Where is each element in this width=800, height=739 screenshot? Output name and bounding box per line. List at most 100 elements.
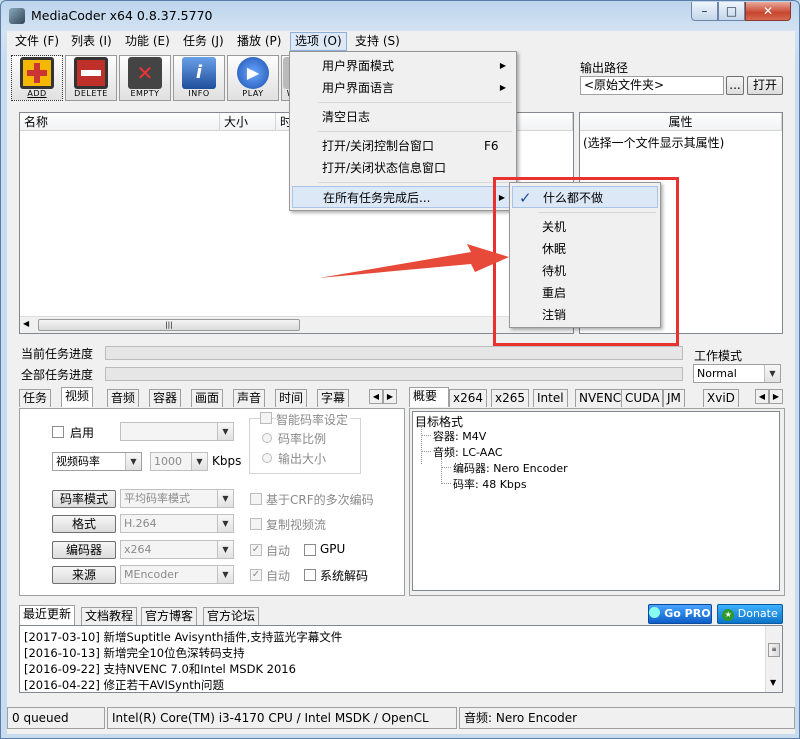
maximize-button[interactable]: □ <box>718 2 745 21</box>
window-title: MediaCoder x64 0.8.37.5770 <box>31 8 213 23</box>
minimize-button[interactable]: – <box>691 2 718 21</box>
tab-scroll-left-icon[interactable]: ◀ <box>369 389 383 404</box>
menu-options[interactable]: 选项 (O) <box>290 32 347 51</box>
news-item[interactable]: [2016-10-13] 新增完全10位色深转码支持 <box>24 645 245 661</box>
menu-play[interactable]: 播放 (P) <box>233 33 285 50</box>
menu-item-ui-mode[interactable]: 用户界面模式 ▶ <box>292 55 514 77</box>
scroll-down-icon[interactable]: ▼ <box>770 678 776 687</box>
menu-item-toggle-status[interactable]: 打开/关闭状态信息窗口 <box>292 157 514 179</box>
rate-mode-button[interactable]: 码率模式 <box>52 490 116 508</box>
go-pro-button[interactable]: Go PRO <box>648 604 712 624</box>
source-select[interactable]: MEncoder ▼ <box>120 565 234 584</box>
tab-time[interactable]: 时间 <box>275 389 308 407</box>
news-list[interactable]: [2017-03-10] 新增Suptitle Avisynth插件,支持蓝光字… <box>19 625 783 693</box>
scroll-left-icon[interactable]: ◀ <box>23 319 29 328</box>
donate-button[interactable]: ★ Donate <box>717 604 783 624</box>
gpu-checkbox[interactable] <box>304 544 316 556</box>
rate-ratio-radio[interactable] <box>262 433 272 443</box>
title-bar: MediaCoder x64 0.8.37.5770 – □ ✕ <box>1 1 799 31</box>
browse-button[interactable]: ... <box>726 76 744 95</box>
format-button[interactable]: 格式 <box>52 515 116 533</box>
menu-file[interactable]: 文件 (F) <box>11 33 63 50</box>
menu-item-toggle-console[interactable]: 打开/关闭控制台窗口 F6 <box>292 135 514 157</box>
tab-jm[interactable]: JM <box>663 389 685 407</box>
play-button[interactable]: ▶ PLAY <box>227 55 279 101</box>
work-mode-value: Normal <box>697 367 737 380</box>
vertical-scrollbar[interactable]: ≡ ▼ <box>765 626 782 692</box>
tab-scroll-right-icon[interactable]: ▶ <box>383 389 397 404</box>
work-mode-select[interactable]: Normal ▼ <box>693 364 781 383</box>
scroll-thumb[interactable]: ||| <box>38 319 300 331</box>
tab-forum[interactable]: 官方论坛 <box>203 607 260 625</box>
summary-tree[interactable]: 目标格式 容器: M4V 音频: LC-AAC 编码器: Nero Encode… <box>412 411 780 591</box>
tab-blog[interactable]: 官方博客 <box>141 607 198 625</box>
menu-item-clear-log[interactable]: 清空日志 <box>292 106 514 128</box>
status-audio: 音频: Nero Encoder <box>459 707 795 729</box>
encoder-select[interactable]: x264 ▼ <box>120 540 234 559</box>
tab-container[interactable]: 容器 <box>149 389 182 407</box>
column-size[interactable]: 大小 <box>220 113 276 131</box>
tab-nvenc[interactable]: NVENC <box>575 389 626 407</box>
menu-task[interactable]: 任务 (J) <box>179 33 228 50</box>
tab-sound[interactable]: 声音 <box>233 389 266 407</box>
tab-audio[interactable]: 音频 <box>107 389 140 407</box>
copy-stream-checkbox[interactable] <box>250 518 262 530</box>
tab-x264[interactable]: x264 <box>449 389 488 407</box>
tree-line <box>421 435 431 436</box>
bitrate-input[interactable]: 1000 ▼ <box>150 452 208 471</box>
tab-intel[interactable]: Intel <box>533 389 568 407</box>
rate-mode-select[interactable]: 平均码率模式 ▼ <box>120 489 234 508</box>
empty-button[interactable]: ✕ EMPTY <box>119 55 171 101</box>
output-path-input[interactable]: <原始文件夹> <box>580 76 724 95</box>
menu-support[interactable]: 支持 (S) <box>351 33 404 50</box>
format-select[interactable]: H.264 ▼ <box>120 514 234 533</box>
smart-rate-checkbox[interactable] <box>260 412 272 424</box>
menu-function[interactable]: 功能 (E) <box>121 33 174 50</box>
menu-list[interactable]: 列表 (I) <box>67 33 116 50</box>
auto-encoder-checkbox[interactable]: ✓ <box>250 544 262 556</box>
rate-type-select[interactable]: 视频码率 ▼ <box>52 452 142 471</box>
system-decode-checkbox[interactable] <box>304 569 316 581</box>
encoder-button[interactable]: 编码器 <box>52 541 116 559</box>
right-tab-strip: 概要 x264 x265 Intel NVENC CUDA JM XviD ◀ … <box>409 387 785 409</box>
tab-video[interactable]: 视频 <box>61 387 94 407</box>
tab-recent-updates[interactable]: 最近更新 <box>19 605 76 625</box>
right-tab-scroll-right-icon[interactable]: ▶ <box>769 389 783 404</box>
news-item[interactable]: [2016-04-22] 修正若干AVISynth问题 <box>24 677 224 693</box>
info-icon: i <box>182 57 216 89</box>
tab-task[interactable]: 任务 <box>19 389 52 407</box>
output-size-radio[interactable] <box>262 453 272 463</box>
tree-node-bitrate: 码率: 48 Kbps <box>453 478 527 491</box>
source-button[interactable]: 来源 <box>52 566 116 584</box>
menu-item-after-all-tasks[interactable]: 在所有任务完成后... ▶ <box>292 186 514 208</box>
column-name[interactable]: 名称 <box>20 113 220 131</box>
auto-source-checkbox[interactable]: ✓ <box>250 569 262 581</box>
scroll-thumb[interactable]: ≡ <box>768 643 780 657</box>
tab-subtitle[interactable]: 字幕 <box>317 389 350 407</box>
annotation-arrow-icon <box>319 244 509 278</box>
tab-docs[interactable]: 文档教程 <box>81 607 138 625</box>
crf-multipass-checkbox[interactable] <box>250 493 262 505</box>
add-button[interactable]: ADD <box>11 55 63 101</box>
menu-item-ui-language[interactable]: 用户界面语言 ▶ <box>292 77 514 99</box>
gpu-label: GPU <box>320 542 346 556</box>
news-item[interactable]: [2016-09-22] 支持NVENC 7.0和Intel MSDK 2016 <box>24 661 296 677</box>
tab-summary[interactable]: 概要 <box>409 387 449 407</box>
menu-item-label: 打开/关闭控制台窗口 <box>322 139 435 153</box>
play-icon: ▶ <box>237 57 269 89</box>
tab-picture[interactable]: 画面 <box>191 389 224 407</box>
enable-checkbox[interactable] <box>52 426 64 438</box>
tab-xvid[interactable]: XviD <box>703 389 739 407</box>
tab-x265[interactable]: x265 <box>491 389 530 407</box>
open-folder-button[interactable]: 打开 <box>747 76 783 95</box>
close-button[interactable]: ✕ <box>745 2 791 21</box>
tab-cuda[interactable]: CUDA <box>621 389 664 407</box>
empty-icon: ✕ <box>128 57 162 89</box>
news-item[interactable]: [2017-03-10] 新增Suptitle Avisynth插件,支持蓝光字… <box>24 629 342 645</box>
info-button[interactable]: i INFO <box>173 55 225 101</box>
video-mode-select[interactable]: ▼ <box>120 422 234 441</box>
delete-button[interactable]: DELETE <box>65 55 117 101</box>
right-tab-scroll-left-icon[interactable]: ◀ <box>755 389 769 404</box>
info-label: INFO <box>188 89 210 98</box>
horizontal-scrollbar[interactable]: ◀ ||| <box>20 316 573 333</box>
